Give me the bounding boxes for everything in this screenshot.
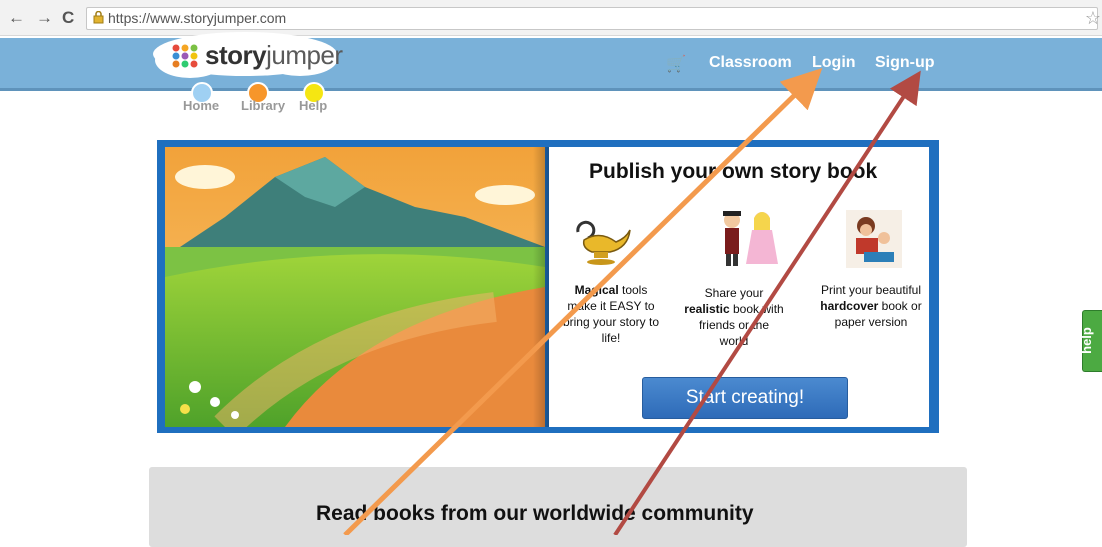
nav-signup[interactable]: Sign-up <box>875 54 935 72</box>
logo-part-jumper: jumper <box>266 40 343 70</box>
lock-icon <box>93 11 104 24</box>
reload-icon[interactable]: C <box>62 9 74 26</box>
cart-icon[interactable]: 🛒 <box>666 54 686 74</box>
address-bar[interactable]: https://www.storyjumper.com ☆ <box>86 7 1101 30</box>
characters-icon <box>723 211 778 266</box>
logo-part-story: story <box>205 40 267 70</box>
feature-magical: Magical tools make it EASY to bring your… <box>561 282 661 346</box>
subnav-library[interactable]: Library <box>241 98 285 113</box>
magic-lamp-icon <box>576 220 631 265</box>
feature-print-pre: Print your beautiful <box>820 283 922 297</box>
help-tab-label: help <box>1078 327 1094 354</box>
feature-share: Share your realistic book with friends o… <box>684 285 784 349</box>
back-icon[interactable]: ← <box>8 9 25 26</box>
feature-print-bold: hardcover <box>820 299 879 313</box>
reading-photo <box>846 210 902 268</box>
url-text: https://www.storyjumper.com <box>108 10 287 26</box>
forward-icon[interactable]: → <box>36 9 53 26</box>
help-tab[interactable]: help <box>1078 310 1102 372</box>
feature-print: Print your beautiful hardcover book or p… <box>815 282 927 330</box>
landscape-illustration <box>165 147 545 427</box>
community-title: Read books from our worldwide community <box>316 502 754 525</box>
subnav-help[interactable]: Help <box>299 98 327 113</box>
site-logo[interactable]: storyjumper <box>205 40 343 71</box>
start-creating-button[interactable]: Start creating! <box>642 377 848 419</box>
feature-share-bold: realistic <box>684 302 730 316</box>
bookmark-star-icon[interactable]: ☆ <box>1085 8 1101 29</box>
nav-login[interactable]: Login <box>812 54 856 72</box>
logo-dots-icon <box>172 44 198 68</box>
feature-share-pre: Share your <box>704 286 764 300</box>
subnav-home[interactable]: Home <box>183 98 219 113</box>
hero-title: Publish your own story book <box>589 160 878 183</box>
nav-classroom[interactable]: Classroom <box>709 54 792 72</box>
feature-magical-bold: Magical <box>574 283 619 297</box>
